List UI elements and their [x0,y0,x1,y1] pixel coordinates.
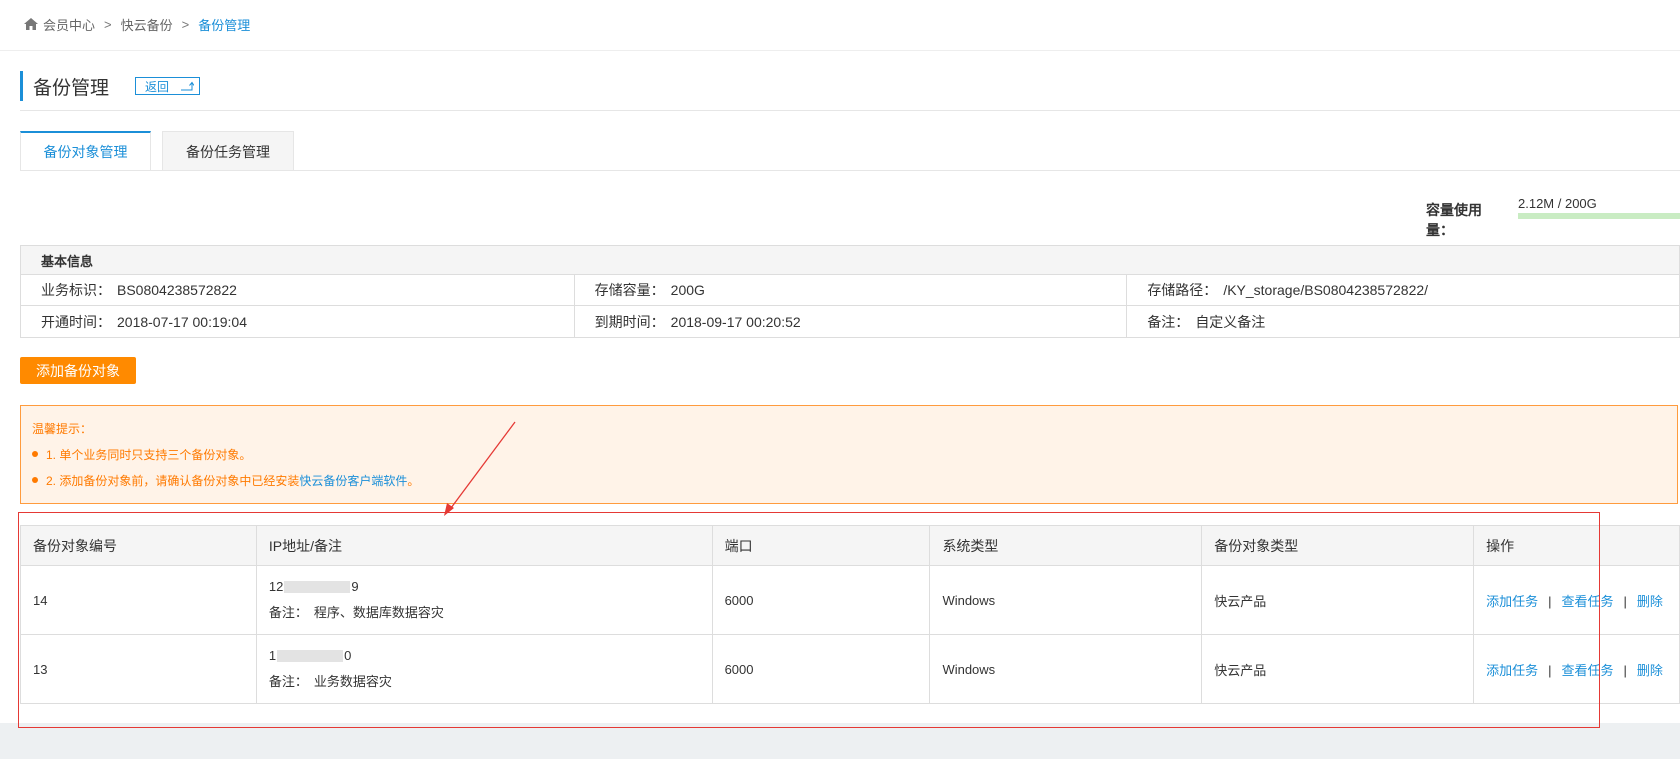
ip-suffix: 0 [344,648,352,663]
breadcrumb-separator: > [104,16,112,32]
page-header: 备份管理 返回 [20,71,201,101]
divider [20,110,1680,111]
info-value: 2018-07-17 00:19:04 [117,313,247,330]
column-header: 备份对象类型 [1201,525,1475,566]
tip-item: 2. 添加备份对象前，请确认备份对象中已经安装 快云备份客户端软件 。 [32,472,1677,488]
view-task-link[interactable]: 查看任务 [1562,663,1614,678]
action-separator: | [1623,593,1627,609]
info-storage-path: 存储路径： /KY_storage/BS0804238572822/ [1126,275,1679,305]
basic-info-header: 基本信息 [21,246,1679,275]
return-arrow-icon [181,81,195,91]
delete-link[interactable]: 删除 [1637,594,1663,609]
column-header: IP地址/备注 [255,525,713,566]
cell-ip-remark: 1 0 备注： 业务数据容灾 [255,634,713,704]
cell-port: 6000 [711,634,931,704]
cell-port: 6000 [711,565,931,635]
divider [0,50,1680,51]
info-key: 业务标识： [41,282,111,298]
remark-value: 程序、数据库数据容灾 [313,605,444,620]
delete-link[interactable]: 删除 [1637,663,1663,678]
info-value: /KY_storage/BS0804238572822/ [1223,282,1429,298]
tip-item: 1. 单个业务同时只支持三个备份对象。 [32,446,1677,462]
table-row: 14 12 9 备注： 程序、数据库数据容灾 6000 Windows 快云产品 … [20,565,1680,635]
basic-info-panel: 基本信息 业务标识： BS0804238572822 存储容量： 200G 存储… [20,245,1680,338]
action-separator: | [1548,593,1552,609]
divider [20,170,1680,171]
remark-label: 备注： [268,674,308,689]
tab-backup-tasks[interactable]: 备份任务管理 [162,131,294,171]
remark-label: 备注： [268,605,308,620]
table-row: 13 1 0 备注： 业务数据容灾 6000 Windows 快云产品 添加任务 |… [20,634,1680,704]
breadcrumb-backup-management: 备份管理 [198,17,251,33]
info-open-time: 开通时间： 2018-07-17 00:19:04 [21,306,574,337]
redacted-ip [284,580,351,593]
tab-backup-objects[interactable]: 备份对象管理 [20,131,151,171]
remark-value: 业务数据容灾 [313,674,392,689]
column-header: 操作 [1473,525,1680,566]
capacity-label: 容量使用量： [1426,202,1482,238]
column-header: 系统类型 [929,525,1203,566]
page: 会员中心 > 快云备份 > 备份管理 备份管理 返回 备份对象管理 备份任务管理… [0,0,1680,723]
tip-text: 1. 单个业务同时只支持三个备份对象。 [46,447,252,462]
info-remark: 备注： 自定义备注 [1126,306,1679,337]
info-key: 存储容量： [594,282,665,298]
column-header: 备份对象编号 [20,525,257,566]
tips-panel: 温馨提示： 1. 单个业务同时只支持三个备份对象。 2. 添加备份对象前，请确认… [20,405,1678,504]
tip-text: 2. 添加备份对象前，请确认备份对象中已经安装 [46,473,300,488]
info-key: 备注： [1147,313,1190,330]
add-backup-object-button[interactable]: 添加备份对象 [20,357,136,384]
cell-os: Windows [929,634,1203,704]
title-accent-bar [20,71,23,101]
breadcrumb: 会员中心 > 快云备份 > 备份管理 [24,14,250,34]
backup-objects-table: 备份对象编号 IP地址/备注 端口 系统类型 备份对象类型 操作 14 12 9 [20,525,1680,704]
back-label: 返回 [145,79,170,94]
cell-type: 快云产品 [1201,565,1475,635]
home-icon [24,18,38,30]
info-storage-capacity: 存储容量： 200G [573,275,1127,305]
breadcrumb-member-center[interactable]: 会员中心 [43,15,95,34]
cell-os: Windows [929,565,1203,635]
info-key: 存储路径： [1147,282,1218,298]
info-key: 开通时间： [41,313,111,330]
info-value: 2018-09-17 00:20:52 [670,313,801,330]
bullet-icon [32,477,38,483]
view-task-link[interactable]: 查看任务 [1562,594,1614,609]
redacted-ip [277,649,344,662]
page-title: 备份管理 [33,77,110,99]
add-task-link[interactable]: 添加任务 [1486,663,1538,678]
info-row: 开通时间： 2018-07-17 00:19:04 到期时间： 2018-09-… [21,306,1679,337]
info-expire-time: 到期时间： 2018-09-17 00:20:52 [573,306,1127,337]
bullet-icon [32,451,38,457]
cell-ip-remark: 12 9 备注： 程序、数据库数据容灾 [255,565,713,635]
tips-title: 温馨提示： [32,422,93,436]
info-key: 到期时间： [594,313,665,330]
cell-id: 13 [20,634,257,704]
cell-id: 14 [20,565,257,635]
ip-prefix: 12 [268,579,284,594]
capacity-value: 2.12M / 200G [1518,196,1597,211]
ip-suffix: 9 [351,579,359,594]
back-button[interactable]: 返回 [135,77,201,95]
ip-prefix: 1 [268,648,277,663]
breadcrumb-kuaiyun-backup[interactable]: 快云备份 [121,15,173,34]
add-task-link[interactable]: 添加任务 [1486,594,1538,609]
info-row: 业务标识： BS0804238572822 存储容量： 200G 存储路径： /… [21,275,1679,306]
info-value: 200G [670,282,705,298]
column-header: 端口 [711,525,931,566]
action-separator: | [1623,662,1627,678]
info-business-id: 业务标识： BS0804238572822 [21,275,574,305]
info-value: BS0804238572822 [117,282,237,298]
info-value: 自定义备注 [1195,313,1266,330]
action-separator: | [1548,662,1552,678]
cell-actions: 添加任务 | 查看任务 | 删除 [1473,634,1680,704]
tab-bar: 备份对象管理 备份任务管理 [20,131,294,171]
capacity-progress-bar [1518,213,1680,219]
table-header-row: 备份对象编号 IP地址/备注 端口 系统类型 备份对象类型 操作 [20,525,1680,566]
tip-text-suffix: 。 [407,473,420,488]
breadcrumb-separator: > [181,16,190,32]
capacity-usage: 容量使用量： 2.12M / 200G [1426,196,1680,240]
cell-actions: 添加任务 | 查看任务 | 删除 [1473,565,1680,635]
client-software-link[interactable]: 快云备份客户端软件 [299,472,407,489]
cell-type: 快云产品 [1201,634,1475,704]
